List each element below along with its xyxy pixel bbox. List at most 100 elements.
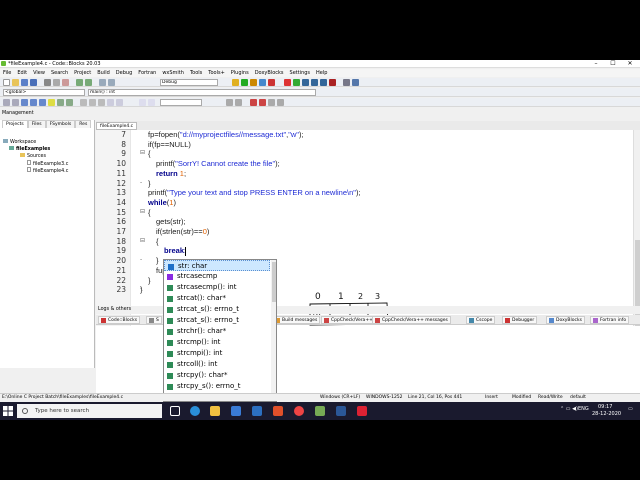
autocomplete-item[interactable]: strcat_s(): errno_t [164,315,270,326]
bookmark-icon[interactable] [21,99,28,106]
step-out-icon[interactable] [320,79,327,86]
tab-projects[interactable]: Projects [2,120,28,128]
autocomplete-scrollbar[interactable] [271,260,276,401]
windows-start-icon[interactable] [3,406,13,416]
menu-help[interactable]: Help [313,69,330,77]
build-icon[interactable] [232,79,239,86]
unindent-icon[interactable] [98,99,105,106]
chrome-icon[interactable] [294,406,304,416]
file-explorer-icon[interactable] [210,406,220,416]
language-indicator[interactable]: ENG [578,406,589,412]
tree-file[interactable]: fileExample3.c [27,160,68,167]
menu-edit[interactable]: Edit [14,69,30,77]
case-icon[interactable] [148,99,155,106]
next-bookmark-icon[interactable] [39,99,46,106]
taskbar-search-box[interactable]: Type here to search [17,404,162,418]
notification-icon[interactable]: ▭ [628,406,633,412]
menu-doxyblocks[interactable]: DoxyBlocks [252,69,287,77]
autocomplete-item[interactable]: strchr(): char* [164,326,270,337]
autocomplete-item[interactable]: strcat_s(): errno_t [164,304,270,315]
close-button[interactable]: ✕ [622,60,638,68]
edge-icon[interactable] [190,406,200,416]
jump-forward-icon[interactable] [12,99,19,106]
debug-windows-icon[interactable] [343,79,350,86]
function-select[interactable]: main() : int [88,89,316,96]
find-next-icon[interactable] [235,99,242,106]
find-icon[interactable] [99,79,106,86]
step-into-icon[interactable] [311,79,318,86]
store-icon[interactable] [231,406,241,416]
autocomplete-item[interactable]: strcasecmp [164,271,270,282]
fold-marker[interactable]: - [140,179,145,186]
mail-icon[interactable] [252,406,262,416]
tree-workspace[interactable]: Workspace [3,139,36,145]
replace-icon[interactable] [108,79,115,86]
menu-debug[interactable]: Debug [113,69,135,77]
search-icon[interactable] [139,99,146,106]
scrollbar-thumb[interactable] [635,240,640,340]
uncomment-icon[interactable] [66,99,73,106]
menu-search[interactable]: Search [48,69,71,77]
regex-icon[interactable] [250,99,257,106]
highlight-icon[interactable] [48,99,55,106]
toggle-case-icon[interactable] [107,99,114,106]
log-tab-cppcheck-messages[interactable]: CppCheck/Vera++ messages [372,316,451,324]
log-tab-debugger[interactable]: Debugger [502,316,538,324]
match-brace-icon[interactable] [80,99,87,106]
menu-wxsmith[interactable]: wxSmith [159,69,187,77]
abort-icon[interactable] [268,79,275,86]
copy-icon[interactable] [53,79,60,86]
cut-icon[interactable] [44,79,51,86]
menu-fortran[interactable]: Fortran [135,69,159,77]
tree-folder-sources[interactable]: Sources [20,153,46,159]
scrollbar-thumb[interactable] [272,262,276,302]
autocomplete-item[interactable]: str: char [164,260,270,271]
stop-debug-icon[interactable] [329,79,336,86]
office-icon[interactable] [273,406,283,416]
scope-select[interactable]: <global> [3,89,85,96]
clock-date[interactable]: 28-12-2020 [592,411,621,417]
zoom-icon[interactable] [277,99,284,106]
word-icon[interactable] [336,406,346,416]
goto-icon[interactable] [268,99,275,106]
menu-settings[interactable]: Settings [287,69,314,77]
menu-plugins[interactable]: Plugins [228,69,252,77]
fold-marker[interactable]: ⊟ [140,149,145,156]
log-tab-codeblocks[interactable]: Code::Blocks [98,316,141,324]
autocomplete-item[interactable]: strcmpi(): int [164,348,270,359]
tree-file[interactable]: fileExample4.c [27,167,68,174]
find-combo[interactable] [160,99,202,106]
app-icon[interactable] [357,406,367,416]
run-icon[interactable] [241,79,248,86]
log-tab-cppcheck[interactable]: CppCheck/Vera++ [321,316,376,324]
rebuild-icon[interactable] [259,79,266,86]
autocomplete-item[interactable]: strcoll(): int [164,359,270,370]
new-file-icon[interactable] [3,79,10,86]
menu-view[interactable]: View [30,69,48,77]
menu-tools-plus[interactable]: Tools+ [205,69,228,77]
tab-fsymbols[interactable]: FSymbols [45,120,76,128]
menu-file[interactable]: File [0,69,14,77]
jump-back-icon[interactable] [3,99,10,106]
log-tab-cscope[interactable]: Cscope [466,316,496,324]
paste-icon[interactable] [62,79,69,86]
menu-tools[interactable]: Tools [187,69,205,77]
find-prev-icon[interactable] [226,99,233,106]
open-folder-icon[interactable] [12,79,19,86]
spell-check-icon[interactable] [116,99,123,106]
task-view-icon[interactable] [170,406,180,416]
save-icon[interactable] [21,79,28,86]
comment-icon[interactable] [57,99,64,106]
tab-resources[interactable]: Res [75,120,92,128]
autocomplete-item[interactable]: strcpy(): char* [164,370,270,381]
minimize-button[interactable]: – [588,60,604,68]
log-tab-fortran-info[interactable]: Fortran info [590,316,630,324]
tab-files[interactable]: Files [27,120,46,128]
debug-icon[interactable] [284,79,291,86]
prev-bookmark-icon[interactable] [30,99,37,106]
menu-build[interactable]: Build [94,69,113,77]
fold-marker[interactable]: ⊟ [140,208,145,215]
autocomplete-item[interactable]: strcat(): char* [164,293,270,304]
autocomplete-item[interactable]: strcasecmp(): int [164,282,270,293]
save-all-icon[interactable] [30,79,37,86]
